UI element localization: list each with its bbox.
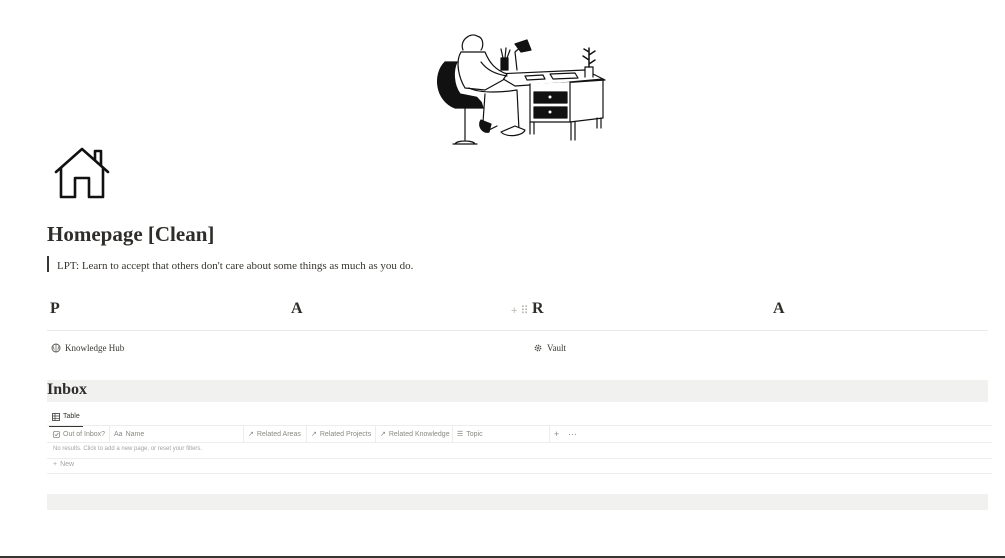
new-page-button[interactable]: + New xyxy=(53,461,74,468)
column-header-label: Related Knowledge xyxy=(388,430,450,438)
column-header-out-of-inbox[interactable]: Out of Inbox? xyxy=(53,426,105,442)
column-heading-a-2[interactable]: A xyxy=(773,300,785,318)
checkbox-icon xyxy=(53,430,60,438)
column-separator xyxy=(452,426,453,442)
table-header-row: Out of Inbox? Aa Name ↗ Related Areas ↗ … xyxy=(47,425,992,443)
column-header-label: Related Projects xyxy=(319,430,372,438)
column-header-label: Name xyxy=(125,430,145,438)
new-page-label: New xyxy=(60,461,75,468)
cover-illustration xyxy=(437,34,606,145)
column-heading-r[interactable]: R xyxy=(532,300,544,318)
tab-label: Table xyxy=(63,413,80,420)
column-header-label: Topic xyxy=(466,430,483,438)
link-vault[interactable]: Vault xyxy=(533,343,566,353)
empty-block[interactable] xyxy=(47,494,988,510)
column-separator xyxy=(243,426,244,442)
empty-results-row[interactable]: No results. Click to add a new page, or … xyxy=(47,442,992,459)
column-separator xyxy=(375,426,376,442)
add-property-button[interactable]: + xyxy=(554,426,559,442)
gear-icon xyxy=(534,344,542,352)
column-heading-p[interactable]: P xyxy=(50,300,60,318)
column-heading-a[interactable]: A xyxy=(291,300,303,318)
quote-text[interactable]: LPT: Learn to accept that others don't c… xyxy=(57,260,413,272)
column-separator xyxy=(109,426,110,442)
column-header-label: Related Areas xyxy=(256,430,301,438)
new-row: + New xyxy=(47,458,992,474)
column-header-label: Out of Inbox? xyxy=(63,430,106,438)
column-header-name[interactable]: Aa Name xyxy=(114,426,144,442)
link-knowledge-hub[interactable]: Knowledge Hub xyxy=(51,343,124,353)
column-header-related-projects[interactable]: ↗ Related Projects xyxy=(311,426,371,442)
more-options-icon[interactable]: ··· xyxy=(568,426,577,442)
arrow-ne-icon: ↗ xyxy=(311,431,317,438)
link-label: Vault xyxy=(547,343,566,353)
divider xyxy=(47,330,988,331)
arrow-ne-icon: ↗ xyxy=(380,431,386,438)
plus-icon: + xyxy=(53,461,58,468)
column-header-topic[interactable]: ☰ Topic xyxy=(457,426,483,442)
page-title[interactable]: Homepage [Clean] xyxy=(47,222,214,247)
column-header-related-areas[interactable]: ↗ Related Areas xyxy=(248,426,301,442)
table-icon xyxy=(52,412,60,421)
column-header-related-knowledge[interactable]: ↗ Related Knowledge xyxy=(380,426,450,442)
column-separator xyxy=(306,426,307,442)
column-separator xyxy=(549,426,550,442)
inbox-title[interactable]: Inbox xyxy=(47,381,87,399)
link-label: Knowledge Hub xyxy=(65,343,125,353)
text-icon: Aa xyxy=(114,430,123,438)
drag-handle-icon[interactable]: + ⠿ xyxy=(511,304,529,317)
arrow-ne-icon: ↗ xyxy=(248,431,254,438)
empty-results-text: No results. Click to add a new page, or … xyxy=(53,446,203,452)
house-icon[interactable] xyxy=(52,144,112,202)
list-icon: ☰ xyxy=(457,431,464,438)
brain-icon xyxy=(51,343,61,353)
quote-block: LPT: Learn to accept that others don't c… xyxy=(47,256,413,272)
inbox-heading-background xyxy=(47,380,988,402)
